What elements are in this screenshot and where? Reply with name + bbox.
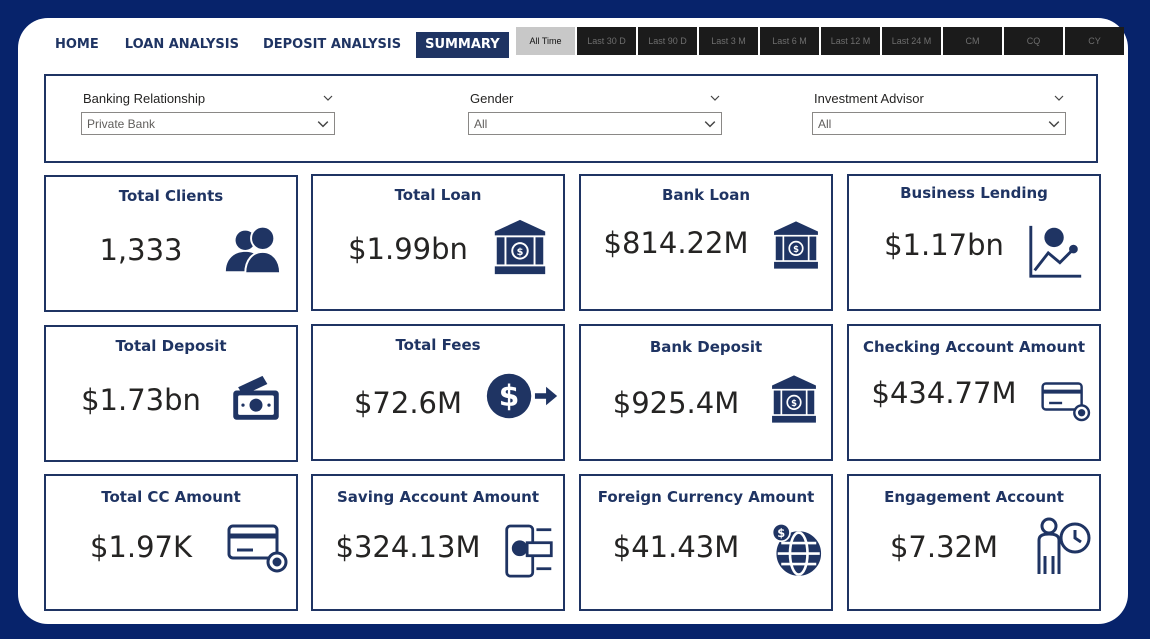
kpi-value: $1.97K xyxy=(89,530,193,564)
chevron-down-icon[interactable] xyxy=(710,93,720,103)
svg-text:$: $ xyxy=(791,398,797,408)
chevron-down-icon xyxy=(1048,120,1060,127)
svg-text:$: $ xyxy=(517,247,524,258)
svg-text:$: $ xyxy=(499,379,520,413)
kpi-card-engagement-account: Engagement Account $7.32M xyxy=(847,474,1101,611)
person-clock-icon xyxy=(1033,516,1093,580)
kpi-value: $1.73bn xyxy=(81,383,201,417)
chevron-down-icon[interactable] xyxy=(1054,93,1064,103)
kpi-title: Total Fees xyxy=(395,336,481,354)
banking-relationship-slicer: Banking Relationship Private Bank xyxy=(81,90,335,135)
bank-icon: $ xyxy=(769,218,823,272)
nav-deposit-analysis[interactable]: DEPOSIT ANALYSIS xyxy=(254,32,410,58)
kpi-card-total-loan: Total Loan $1.99bn $ xyxy=(311,174,565,311)
time-filter-last-6-m[interactable]: Last 6 M xyxy=(760,27,819,55)
top-nav: HOME LOAN ANALYSIS DEPOSIT ANALYSIS SUMM… xyxy=(46,32,509,58)
kpi-card-total-fees: Total Fees $72.6M $ xyxy=(311,324,565,461)
kpi-card-total-cc-amount: Total CC Amount $1.97K xyxy=(44,474,298,611)
nav-loan-analysis[interactable]: LOAN ANALYSIS xyxy=(116,32,248,58)
nav-summary[interactable]: SUMMARY xyxy=(416,32,509,58)
kpi-value: $41.43M xyxy=(612,530,740,564)
chevron-down-icon xyxy=(317,120,329,127)
kpi-card-saving-account: Saving Account Amount $324.13M xyxy=(311,474,565,611)
gender-slicer: Gender All xyxy=(468,90,722,135)
kpi-title: Engagement Account xyxy=(884,488,1064,506)
dropdown-value: Private Bank xyxy=(87,116,156,131)
kpi-card-total-clients: Total Clients 1,333 xyxy=(44,175,298,312)
slicer-label: Gender xyxy=(470,90,514,106)
bank-icon: $ xyxy=(767,372,821,426)
kpi-title: Total Clients xyxy=(118,187,224,205)
kpi-card-bank-loan: Bank Loan $814.22M $ xyxy=(579,174,833,311)
gender-dropdown[interactable]: All xyxy=(468,112,722,135)
svg-text:$: $ xyxy=(777,526,785,540)
kpi-title: Bank Deposit xyxy=(649,338,763,356)
kpi-value: 1,333 xyxy=(99,233,183,267)
cash-icon xyxy=(230,371,282,423)
clients-icon xyxy=(222,217,284,279)
slicer-label: Investment Advisor xyxy=(814,90,924,106)
filter-panel: Banking Relationship Private Bank Gender… xyxy=(44,74,1098,163)
mobile-payment-icon xyxy=(503,524,555,580)
time-filter-last-3-m[interactable]: Last 3 M xyxy=(699,27,758,55)
kpi-card-checking-account: Checking Account Amount $434.77M xyxy=(847,324,1101,461)
kpi-card-foreign-currency: Foreign Currency Amount $41.43M $ xyxy=(579,474,833,611)
growth-chart-icon xyxy=(1025,220,1087,282)
time-period-slicer: All Time Last 30 D Last 90 D Last 3 M La… xyxy=(516,27,1124,55)
dollar-transfer-icon: $ xyxy=(485,368,559,424)
kpi-title: Bank Loan xyxy=(661,186,751,204)
time-filter-cq[interactable]: CQ xyxy=(1004,27,1063,55)
time-filter-last-12-m[interactable]: Last 12 M xyxy=(821,27,880,55)
credit-card-settings-icon xyxy=(1041,380,1093,426)
investment-advisor-slicer: Investment Advisor All xyxy=(812,90,1066,135)
time-filter-last-24-m[interactable]: Last 24 M xyxy=(882,27,941,55)
chevron-down-icon[interactable] xyxy=(323,93,333,103)
kpi-value: $925.4M xyxy=(612,386,740,420)
kpi-title: Saving Account Amount xyxy=(336,488,539,506)
kpi-value: $814.22M xyxy=(603,226,749,260)
kpi-value: $1.17bn xyxy=(884,228,1004,262)
kpi-title: Total Loan xyxy=(394,186,482,204)
kpi-value: $72.6M xyxy=(353,386,463,420)
kpi-value: $434.77M xyxy=(871,376,1017,410)
credit-card-settings-icon xyxy=(224,522,294,578)
nav-home[interactable]: HOME xyxy=(46,32,108,58)
time-filter-last-30-d[interactable]: Last 30 D xyxy=(577,27,636,55)
kpi-title: Foreign Currency Amount xyxy=(597,488,815,506)
kpi-card-bank-deposit: Bank Deposit $925.4M $ xyxy=(579,324,833,461)
time-filter-all-time[interactable]: All Time xyxy=(516,27,575,55)
dropdown-value: All xyxy=(474,116,488,131)
investment-advisor-dropdown[interactable]: All xyxy=(812,112,1066,135)
banking-relationship-dropdown[interactable]: Private Bank xyxy=(81,112,335,135)
slicer-label: Banking Relationship xyxy=(83,90,206,106)
kpi-value: $1.99bn xyxy=(348,232,468,266)
kpi-title: Business Lending xyxy=(900,184,1048,202)
kpi-title: Total Deposit xyxy=(115,337,227,355)
kpi-title: Total CC Amount xyxy=(101,488,241,506)
kpi-title: Checking Account Amount xyxy=(862,338,1086,356)
kpi-value: $324.13M xyxy=(335,530,481,564)
svg-text:$: $ xyxy=(793,244,799,254)
globe-dollar-icon: $ xyxy=(769,522,825,578)
time-filter-cy[interactable]: CY xyxy=(1065,27,1124,55)
time-filter-cm[interactable]: CM xyxy=(943,27,1002,55)
kpi-card-total-deposit: Total Deposit $1.73bn xyxy=(44,325,298,462)
chevron-down-icon xyxy=(704,120,716,127)
dropdown-value: All xyxy=(818,116,832,131)
kpi-card-business-lending: Business Lending $1.17bn xyxy=(847,174,1101,311)
kpi-value: $7.32M xyxy=(889,530,999,564)
time-filter-last-90-d[interactable]: Last 90 D xyxy=(638,27,697,55)
bank-icon: $ xyxy=(489,216,551,278)
